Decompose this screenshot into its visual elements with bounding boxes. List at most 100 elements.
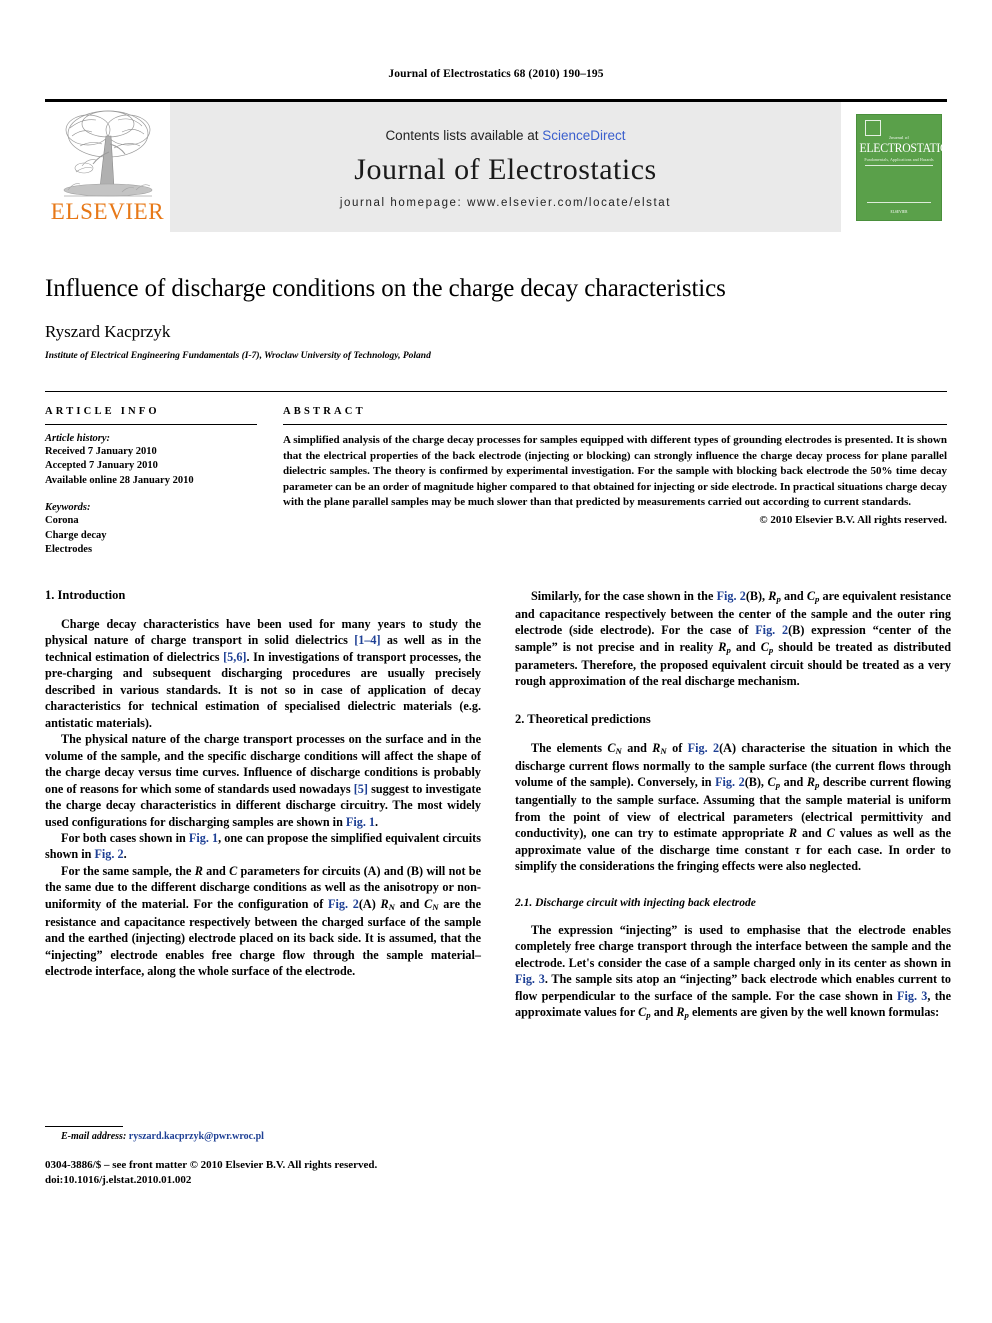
abstract-heading: ABSTRACT — [283, 406, 366, 417]
text-run: . — [375, 814, 379, 829]
paragraph-subsection-1: The expression “injecting” is used to em… — [515, 922, 951, 1022]
journal-homepage-link[interactable]: journal homepage: www.elsevier.com/locat… — [340, 197, 671, 209]
cover-title: ELECTROSTATICS — [859, 140, 955, 155]
abstract-rule — [283, 424, 947, 425]
journal-band: Contents lists available at ScienceDirec… — [170, 102, 841, 232]
text-run: and — [202, 863, 230, 878]
figure-link[interactable]: Fig. 1 — [189, 831, 218, 845]
symbol-R: R — [380, 896, 389, 911]
article-info-heading: ARTICLE INFO — [45, 406, 160, 417]
citation-link[interactable]: [1–4] — [354, 633, 380, 647]
text-run: elements are given by the well known for… — [688, 1005, 940, 1020]
citation-link[interactable]: [5] — [354, 782, 368, 796]
abstract-text: A simplified analysis of the charge deca… — [283, 434, 947, 509]
journal-cover-thumbnail: Journal of ELECTROSTATICS Fundamentals, … — [851, 102, 955, 232]
text-run: Similarly, for the case shown in the — [531, 588, 717, 603]
contents-prefix: Contents lists available at — [385, 127, 543, 143]
paragraph-right-1: Similarly, for the case shown in the Fig… — [515, 588, 951, 690]
text-run: and — [394, 896, 425, 911]
footnote-email: E-mail address: ryszard.kacprzyk@pwr.wro… — [45, 1131, 481, 1142]
figure-link[interactable]: Fig. 3 — [515, 972, 545, 986]
right-column: Similarly, for the case shown in the Fig… — [515, 588, 951, 1188]
article-page: Journal of Electrostatics 68 (2010) 190–… — [0, 0, 992, 1323]
keyword-item: Charge decay — [45, 529, 107, 541]
keywords-label: Keywords: — [45, 502, 91, 514]
cover-footer-text: ELSEVIER — [890, 209, 908, 214]
running-head: Journal of Electrostatics 68 (2010) 190–… — [388, 68, 604, 80]
footnote-block: E-mail address: ryszard.kacprzyk@pwr.wro… — [45, 1126, 481, 1188]
abstract-copyright: © 2010 Elsevier B.V. All rights reserved… — [759, 514, 947, 527]
figure-link[interactable]: Fig. 1 — [346, 815, 375, 829]
article-history-online: Available online 28 January 2010 — [45, 474, 194, 486]
text-run: . — [123, 847, 127, 862]
keyword-item: Corona — [45, 515, 79, 527]
text-run: and — [780, 775, 807, 790]
footnote-issn: 0304-3886/$ – see front matter © 2010 El… — [45, 1158, 481, 1188]
text-run: and — [797, 826, 827, 841]
paragraph-intro-4: For the same sample, the R and C paramet… — [45, 863, 481, 980]
symbol-R: R — [788, 826, 798, 841]
elsevier-logo: ELSEVIER — [45, 102, 170, 232]
figure-link[interactable]: Fig. 2 — [328, 897, 359, 911]
page-title: Influence of discharge conditions on the… — [45, 275, 726, 302]
cover-kicker: Journal of — [888, 134, 910, 140]
symbol-C: C — [826, 826, 835, 841]
symbol-R: R — [806, 775, 815, 790]
figure-link[interactable]: Fig. 2 — [717, 589, 746, 603]
paragraph-theoretical-1: The elements CN and RN of Fig. 2(A) char… — [515, 740, 951, 875]
citation-link[interactable]: [5,6] — [223, 650, 246, 664]
cover-elsevier-icon — [865, 119, 881, 136]
paragraph-intro-1: Charge decay characteristics have been u… — [45, 616, 481, 731]
symbol-C: C — [607, 740, 616, 755]
section-heading-introduction: 1. Introduction — [45, 587, 126, 602]
figure-link[interactable]: Fig. 2 — [715, 775, 745, 789]
section-heading-theoretical: 2. Theoretical predictions — [515, 711, 651, 726]
text-run: (A) — [358, 896, 381, 911]
issn-line: 0304-3886/$ – see front matter © 2010 El… — [45, 1159, 378, 1172]
author-affiliation: Institute of Electrical Engineering Fund… — [45, 351, 431, 361]
text-run: For the same sample, the — [61, 863, 195, 878]
symbol-R: R — [194, 863, 203, 878]
footnote-rule — [45, 1126, 123, 1128]
email-link[interactable]: ryszard.kacprzyk@pwr.wroc.pl — [129, 1131, 264, 1142]
contents-lists-line: Contents lists available at ScienceDirec… — [385, 128, 625, 143]
text-run: and — [650, 1005, 677, 1020]
body-columns: 1. Introduction Charge decay characteris… — [45, 588, 951, 1188]
author-name: Ryszard Kacprzyk — [45, 322, 171, 341]
article-history-label: Article history: — [45, 433, 111, 444]
paragraph-intro-2: The physical nature of the charge transp… — [45, 731, 481, 830]
paragraph-intro-3: For both cases shown in Fig. 1, one can … — [45, 830, 481, 863]
keywords-spacer — [45, 488, 257, 502]
symbol-C: C — [767, 775, 776, 790]
figure-link[interactable]: Fig. 3 — [897, 989, 927, 1003]
text-run: (B), — [745, 588, 769, 603]
text-run: and — [730, 639, 761, 654]
article-info-rule — [45, 424, 257, 425]
text-run: The elements — [531, 740, 608, 755]
text-run: and — [780, 588, 807, 603]
cover-divider — [865, 164, 933, 166]
journal-masthead: ELSEVIER Contents lists available at Sci… — [45, 99, 955, 232]
journal-title: Journal of Electrostatics — [354, 152, 657, 186]
text-run: and — [621, 740, 653, 755]
doi-line: doi:10.1016/j.elstat.2010.01.002 — [45, 1174, 192, 1187]
figure-link[interactable]: Fig. 2 — [755, 623, 788, 637]
cover-subtitle: Fundamentals, Applications and Hazards — [864, 156, 934, 162]
text-run: The expression “injecting” is used to em… — [515, 922, 951, 970]
subsection-heading-2-1: 2.1. Discharge circuit with injecting ba… — [515, 896, 756, 909]
figure-link[interactable]: Fig. 2 — [94, 847, 123, 861]
keyword-item: Electrodes — [45, 544, 93, 556]
cover-image: Journal of ELECTROSTATICS Fundamentals, … — [856, 113, 955, 221]
symbol-R: R — [676, 1005, 685, 1020]
left-column: 1. Introduction Charge decay characteris… — [45, 588, 481, 1188]
elsevier-tree-icon — [52, 106, 164, 202]
email-label: E-mail address: — [61, 1131, 127, 1143]
article-history-received: Received 7 January 2010 — [45, 446, 157, 457]
figure-link[interactable]: Fig. 2 — [688, 741, 719, 755]
sciencedirect-link[interactable]: ScienceDirect — [542, 128, 625, 143]
text-run: For both cases shown in — [61, 831, 189, 845]
article-history-accepted: Accepted 7 January 2010 — [45, 460, 158, 472]
title-block: Influence of discharge conditions on the… — [45, 274, 947, 361]
text-run: of — [666, 740, 688, 755]
abstract-column: ABSTRACT A simplified analysis of the ch… — [283, 406, 947, 558]
